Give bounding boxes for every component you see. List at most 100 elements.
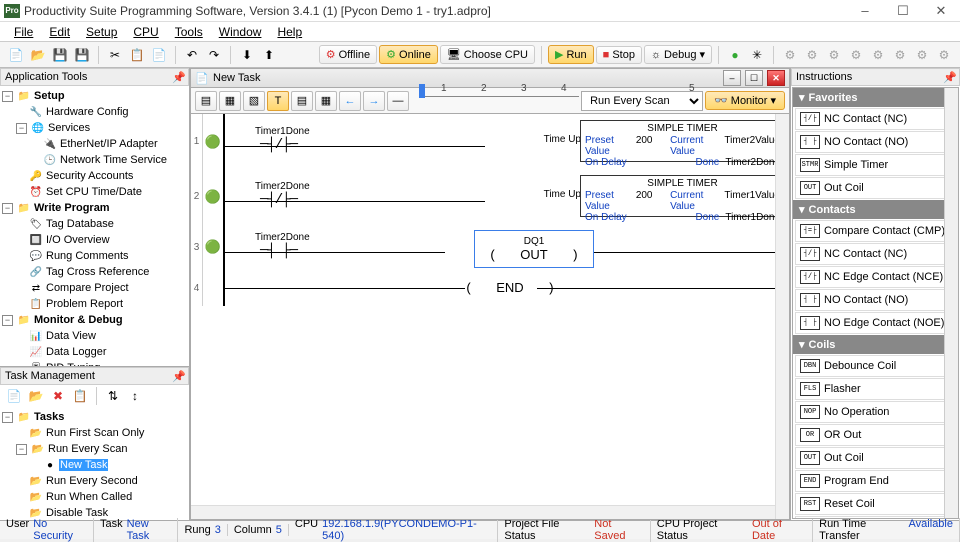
- tb-new-icon[interactable]: 📄: [6, 45, 26, 65]
- doc-max-button[interactable]: ☐: [745, 70, 763, 86]
- nc-contact-icon[interactable]: [260, 192, 297, 208]
- menu-help[interactable]: Help: [269, 23, 310, 41]
- rung-3[interactable]: 3 🟢 Timer2Done DQ1 ( OUT ): [191, 224, 789, 270]
- instr-item[interactable]: NOPNo Operation: [795, 401, 956, 423]
- rung-1[interactable]: 1 🟢 Timer1Done Time Up SIMPLE TIMER Pres…: [191, 114, 789, 169]
- no-contact-icon[interactable]: [260, 243, 297, 259]
- instr-item[interactable]: ┤/├NC Contact (NC): [795, 108, 956, 130]
- menu-setup[interactable]: Setup: [78, 23, 125, 41]
- dtb-2-icon[interactable]: ▦: [219, 91, 241, 111]
- stop-button[interactable]: ■Stop: [596, 46, 642, 64]
- tree-writeprog[interactable]: −📁Write Program: [2, 200, 187, 216]
- instr-item[interactable]: OUTOut Coil: [795, 447, 956, 469]
- instr-item[interactable]: ┤ ├NO Contact (NO): [795, 131, 956, 153]
- instr-item[interactable]: SETSet Coil: [795, 516, 956, 519]
- instr-item[interactable]: RSTReset Coil: [795, 493, 956, 515]
- tb-saveall-icon[interactable]: 💾: [72, 45, 92, 65]
- offline-button[interactable]: ⚙Offline: [319, 45, 377, 64]
- dtb-5-icon[interactable]: ▤: [291, 91, 313, 111]
- instr-item[interactable]: ┤ ├NO Edge Contact (NOE): [795, 312, 956, 334]
- taskmgmt-header[interactable]: Task Management 📌: [0, 367, 189, 385]
- doc-close-button[interactable]: ✕: [767, 70, 785, 86]
- run-button[interactable]: ▶Run: [548, 45, 594, 64]
- tree-tagdb[interactable]: 🏷Tag Database: [2, 216, 187, 232]
- tm-open-icon[interactable]: 📂: [26, 386, 46, 406]
- tb-gear8-icon[interactable]: ⚙: [934, 45, 954, 65]
- tree-mondebug[interactable]: −📁Monitor & Debug: [2, 312, 187, 328]
- hscrollbar[interactable]: [191, 505, 775, 519]
- timer-block[interactable]: SIMPLE TIMER Preset Value200 Current Val…: [580, 120, 785, 162]
- tree-setup[interactable]: −📁Setup: [2, 88, 187, 104]
- dtb-3-icon[interactable]: ▧: [243, 91, 265, 111]
- tb-upload-icon[interactable]: ⬇: [237, 45, 257, 65]
- instr-item[interactable]: ┤=├Compare Contact (CMP): [795, 220, 956, 242]
- tb-gear5-icon[interactable]: ⚙: [868, 45, 888, 65]
- apptools-header[interactable]: Application Tools 📌: [0, 68, 189, 86]
- instr-item[interactable]: STMRSimple Timer: [795, 154, 956, 176]
- tree-dataview[interactable]: 📊Data View: [2, 328, 187, 344]
- tree-rungcomments[interactable]: 💬Rung Comments: [2, 248, 187, 264]
- tb-gear6-icon[interactable]: ⚙: [890, 45, 910, 65]
- tb-misc2-icon[interactable]: ✳: [747, 45, 767, 65]
- vscrollbar[interactable]: [775, 114, 789, 519]
- tree-tasks[interactable]: −📁Tasks: [2, 409, 187, 425]
- choose-cpu-button[interactable]: 🖥Choose CPU: [440, 45, 535, 64]
- tb-misc1-icon[interactable]: ●: [725, 45, 745, 65]
- section-contacts[interactable]: ▾Contacts: [793, 200, 958, 219]
- section-favorites[interactable]: ▾Favorites: [793, 88, 958, 107]
- nc-contact-icon[interactable]: [260, 137, 297, 153]
- tb-download-icon[interactable]: ⬆: [259, 45, 279, 65]
- tree-newtask[interactable]: ●New Task: [2, 457, 187, 473]
- instr-item[interactable]: ┤/├NC Contact (NC): [795, 243, 956, 265]
- tb-gear2-icon[interactable]: ⚙: [802, 45, 822, 65]
- end-coil[interactable]: ( END ): [465, 280, 555, 296]
- tree-runfirst[interactable]: 📂Run First Scan Only: [2, 425, 187, 441]
- tb-open-icon[interactable]: 📂: [28, 45, 48, 65]
- instr-item[interactable]: ┤/├NC Edge Contact (NCE): [795, 266, 956, 288]
- instr-item[interactable]: FLSFlasher: [795, 378, 956, 400]
- coil-block[interactable]: DQ1 ( OUT ): [474, 230, 594, 268]
- tm-sortup-icon[interactable]: ⇅: [103, 386, 123, 406]
- monitor-button[interactable]: 👓Monitor▾: [705, 91, 785, 110]
- instr-item[interactable]: OROR Out: [795, 424, 956, 446]
- tb-gear1-icon[interactable]: ⚙: [780, 45, 800, 65]
- tm-sortdn-icon[interactable]: ↕: [125, 386, 145, 406]
- tb-save-icon[interactable]: 💾: [50, 45, 70, 65]
- pin-icon[interactable]: 📌: [172, 370, 184, 383]
- dtb-1-icon[interactable]: ▤: [195, 91, 217, 111]
- tree-runcalled[interactable]: 📂Run When Called: [2, 489, 187, 505]
- window-maximize-button[interactable]: ☐: [884, 0, 922, 22]
- dtb-4-icon[interactable]: T: [267, 91, 289, 111]
- window-minimize-button[interactable]: –: [846, 0, 884, 22]
- debug-button[interactable]: ☼Debug▾: [644, 45, 712, 64]
- tm-copy-icon[interactable]: 📋: [70, 386, 90, 406]
- tree-hwconfig[interactable]: 🔧Hardware Config: [2, 104, 187, 120]
- tb-paste-icon[interactable]: 📄: [149, 45, 169, 65]
- tb-gear4-icon[interactable]: ⚙: [846, 45, 866, 65]
- tree-ethernet[interactable]: 🔌EtherNet/IP Adapter: [2, 136, 187, 152]
- dtb-next-icon[interactable]: →: [363, 91, 385, 111]
- instr-item[interactable]: ┤ ├NO Contact (NO): [795, 289, 956, 311]
- tree-xref[interactable]: 🔗Tag Cross Reference: [2, 264, 187, 280]
- tb-gear3-icon[interactable]: ⚙: [824, 45, 844, 65]
- window-close-button[interactable]: ✕: [922, 0, 960, 22]
- tb-cut-icon[interactable]: ✂: [105, 45, 125, 65]
- menu-cpu[interactable]: CPU: [125, 23, 166, 41]
- tb-gear7-icon[interactable]: ⚙: [912, 45, 932, 65]
- tb-copy-icon[interactable]: 📋: [127, 45, 147, 65]
- dtb-6-icon[interactable]: ▦: [315, 91, 337, 111]
- ruler-marker[interactable]: [419, 84, 425, 98]
- instr-item[interactable]: DBNDebounce Coil: [795, 355, 956, 377]
- tree-compare[interactable]: ⇄Compare Project: [2, 280, 187, 296]
- online-button[interactable]: ⚙Online: [379, 45, 438, 64]
- scan-select[interactable]: Run Every Scan: [581, 91, 703, 111]
- tb-undo-icon[interactable]: ↶: [182, 45, 202, 65]
- tb-redo-icon[interactable]: ↷: [204, 45, 224, 65]
- rung-4[interactable]: 4 ( END ): [191, 270, 789, 306]
- doc-min-button[interactable]: –: [723, 70, 741, 86]
- tree-nts[interactable]: 🕒Network Time Service: [2, 152, 187, 168]
- instr-item[interactable]: ENDProgram End: [795, 470, 956, 492]
- tree-datalogger[interactable]: 📈Data Logger: [2, 344, 187, 360]
- instr-header[interactable]: Instructions 📌: [791, 68, 960, 86]
- pin-icon[interactable]: 📌: [943, 71, 955, 84]
